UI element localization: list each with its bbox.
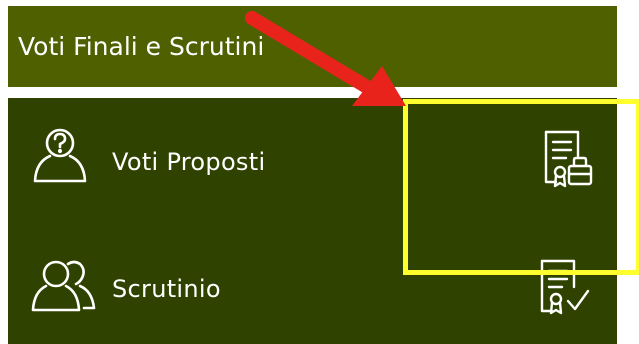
menu-item-voti-proposti[interactable]: Voti Proposti — [8, 98, 617, 218]
menu-item-label: Voti Proposti — [112, 148, 266, 176]
certificate-check-icon[interactable] — [534, 257, 594, 319]
person-question-icon — [33, 128, 87, 183]
group-icon — [31, 260, 96, 312]
section-header[interactable]: Voti Finali e Scrutini — [8, 6, 617, 87]
menu-item-label: Scrutinio — [112, 275, 221, 303]
menu-panel: Voti Proposti Scrutinio — [8, 98, 617, 344]
certificate-document-icon[interactable] — [538, 128, 598, 190]
section-title: Voti Finali e Scrutini — [18, 32, 265, 61]
menu-item-scrutinio[interactable]: Scrutinio — [8, 223, 617, 343]
